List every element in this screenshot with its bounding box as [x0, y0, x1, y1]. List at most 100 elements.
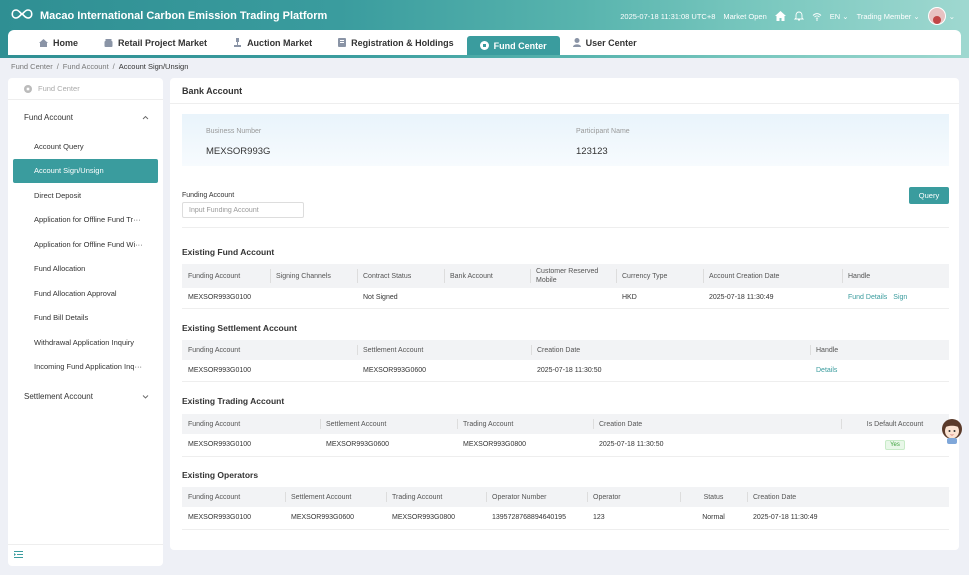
divider — [182, 227, 949, 228]
page-title: Bank Account — [170, 78, 959, 104]
column-header: Funding Account — [182, 487, 285, 507]
fund-icon — [24, 84, 32, 93]
cell-creation-date: 2025-07-18 11:30:49 — [703, 288, 842, 309]
details-link[interactable]: Details — [816, 367, 837, 374]
fund-details-link[interactable]: Fund Details — [848, 294, 887, 301]
bell-icon[interactable] — [793, 11, 804, 21]
column-header: Status — [680, 487, 747, 507]
breadcrumb-current: Account Sign/Unsign — [118, 62, 189, 71]
column-header: Funding Account — [182, 340, 357, 360]
column-header: Settlement Account — [320, 414, 457, 434]
sidebar-item-fund-allocation[interactable]: Fund Allocation — [8, 257, 163, 282]
cell-operator: 123 — [587, 507, 680, 530]
home-icon — [39, 38, 48, 47]
home-icon[interactable] — [774, 11, 786, 21]
cell-settlement-account: MEXSOR993G0600 — [357, 360, 531, 382]
avatar[interactable] — [927, 7, 946, 25]
column-header: Is Default Account — [841, 414, 949, 434]
sidebar: Fund Center Fund Account Account Query A… — [8, 78, 163, 566]
breadcrumb-fund-account[interactable]: Fund Account — [63, 62, 109, 71]
language-selector[interactable]: EN ⌄ — [830, 12, 849, 21]
cell-currency: HKD — [616, 288, 703, 309]
column-header: Creation Date — [593, 414, 841, 434]
column-header: Handle — [842, 264, 949, 288]
settlement-account-section-title: Existing Settlement Account — [182, 323, 297, 333]
sidebar-item-fund-allocation-approval[interactable]: Fund Allocation Approval — [8, 281, 163, 306]
column-header: Funding Account — [182, 414, 320, 434]
column-header: Funding Account — [182, 264, 270, 288]
cell-funding-account: MEXSOR993G0100 — [182, 360, 357, 382]
business-number-value: MEXSOR993G — [206, 146, 271, 157]
funding-account-input[interactable] — [182, 202, 304, 218]
sidebar-item-offline-fund-transfer[interactable]: Application for Offline Fund Tr··· — [8, 208, 163, 233]
column-header: Trading Account — [457, 414, 593, 434]
chevron-down-icon: ⌄ — [842, 11, 849, 21]
column-header: Account Creation Date — [703, 264, 842, 288]
table-row: MEXSOR993G0100 MEXSOR993G0600 MEXSOR993G… — [182, 507, 949, 530]
sign-link[interactable]: Sign — [893, 294, 907, 301]
user-role-menu[interactable]: Trading Member ⌄ — [857, 12, 920, 21]
tab-registration-holdings[interactable]: Registration & Holdings — [325, 30, 467, 55]
column-header: Settlement Account — [357, 340, 531, 360]
chevron-down-icon: ⌄ — [913, 11, 920, 21]
breadcrumb-fund-center[interactable]: Fund Center — [11, 62, 53, 71]
cell-settlement-account: MEXSOR993G0600 — [285, 507, 386, 530]
sidebar-item-withdrawal-inquiry[interactable]: Withdrawal Application Inquiry — [8, 330, 163, 355]
business-number-label: Business Number — [206, 128, 262, 135]
column-header: Bank Account — [444, 264, 530, 288]
table-row: MEXSOR993G0100 MEXSOR993G0600 2025-07-18… — [182, 360, 949, 382]
column-header: Trading Account — [386, 487, 486, 507]
tab-home[interactable]: Home — [26, 30, 91, 55]
cell-status: Normal — [680, 507, 747, 530]
platform-logo-icon — [11, 9, 33, 19]
column-header: Creation Date — [531, 340, 810, 360]
column-header: Signing Channels — [270, 264, 357, 288]
chevron-down-icon[interactable]: ⌄ — [949, 12, 955, 21]
cell-signing-channels — [270, 288, 357, 309]
sidebar-group-fund-account[interactable]: Fund Account — [8, 100, 163, 134]
sidebar-item-account-sign-unsign[interactable]: Account Sign/Unsign — [13, 158, 158, 183]
menu-collapse-icon — [14, 551, 23, 560]
fund-icon — [479, 41, 489, 50]
cell-trading-account: MEXSOR993G0800 — [457, 434, 593, 457]
cell-settlement-account: MEXSOR993G0600 — [320, 434, 457, 457]
tab-auction-market[interactable]: Auction Market — [220, 30, 325, 55]
cell-funding-account: MEXSOR993G0100 — [182, 507, 285, 530]
column-header: Operator — [587, 487, 680, 507]
sidebar-item-fund-bill-details[interactable]: Fund Bill Details — [8, 306, 163, 331]
sidebar-group-settlement-account[interactable]: Settlement Account — [8, 379, 163, 413]
tab-user-center[interactable]: User Center — [560, 30, 650, 55]
column-header: Currency Type — [616, 264, 703, 288]
fund-account-section-title: Existing Fund Account — [182, 247, 275, 257]
account-info-box: Business Number MEXSOR993G Participant N… — [182, 114, 949, 166]
trading-account-section-title: Existing Trading Account — [182, 396, 285, 406]
operators-section-title: Existing Operators — [182, 470, 259, 480]
query-button[interactable]: Query — [909, 187, 949, 204]
chevron-up-icon — [142, 113, 149, 122]
table-header-row: Funding Account Settlement Account Creat… — [182, 340, 949, 360]
market-status: Market Open — [723, 11, 767, 21]
cell-mobile — [530, 288, 616, 309]
tab-retail-project-market[interactable]: Retail Project Market — [91, 30, 220, 55]
column-header: Settlement Account — [285, 487, 386, 507]
cell-trading-account: MEXSOR993G0800 — [386, 507, 486, 530]
funding-account-label: Funding Account — [182, 192, 235, 199]
operators-table: Funding Account Settlement Account Tradi… — [182, 487, 949, 530]
sidebar-collapse-toggle[interactable] — [8, 544, 163, 566]
chevron-down-icon — [142, 392, 149, 401]
sidebar-item-incoming-fund-inquiry[interactable]: Incoming Fund Application Inq··· — [8, 355, 163, 380]
assistant-avatar-icon[interactable] — [941, 418, 963, 444]
participant-name-label: Participant Name — [576, 128, 630, 135]
wifi-icon[interactable] — [812, 12, 822, 21]
sidebar-item-offline-fund-withdrawal[interactable]: Application for Offline Fund Wi··· — [8, 232, 163, 257]
table-header-row: Funding Account Settlement Account Tradi… — [182, 414, 949, 434]
sidebar-item-direct-deposit[interactable]: Direct Deposit — [8, 183, 163, 208]
document-icon — [338, 38, 347, 47]
cell-creation-date: 2025-07-18 11:30:50 — [593, 434, 841, 457]
trading-account-table: Funding Account Settlement Account Tradi… — [182, 414, 949, 457]
cell-handle: Details — [810, 360, 949, 382]
tab-fund-center[interactable]: Fund Center — [466, 36, 560, 55]
gavel-icon — [233, 38, 242, 47]
column-header: Contract Status — [357, 264, 444, 288]
sidebar-item-account-query[interactable]: Account Query — [8, 134, 163, 159]
